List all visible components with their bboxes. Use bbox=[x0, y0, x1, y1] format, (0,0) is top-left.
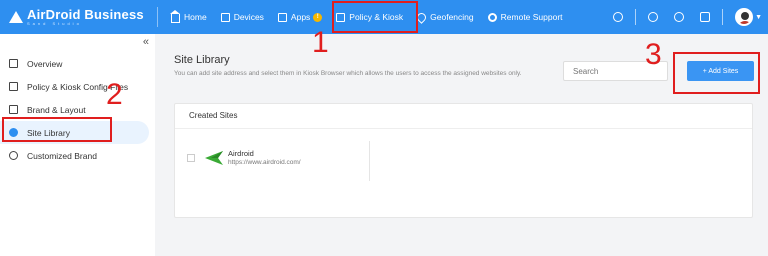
airdroid-site-logo-icon bbox=[205, 151, 223, 165]
nav-devices-label: Devices bbox=[233, 12, 264, 22]
download-icon[interactable] bbox=[674, 12, 685, 22]
created-sites-card: Created Sites Airdroid https://www.airdr… bbox=[174, 103, 753, 218]
sidebar-menu: Overview Policy & Kiosk Config Files Bra… bbox=[0, 52, 155, 167]
brand-logo[interactable]: AirDroid Business Sand Studio bbox=[0, 0, 152, 34]
card-title: Created Sites bbox=[175, 104, 752, 129]
airdroid-logo-icon bbox=[9, 10, 23, 24]
page-title: Site Library bbox=[174, 54, 230, 66]
brand-title: AirDroid Business bbox=[27, 7, 144, 22]
nav-remote-support[interactable]: Remote Support bbox=[481, 0, 570, 34]
sidebar-item-policy-config-files[interactable]: Policy & Kiosk Config Files bbox=[0, 75, 155, 98]
nav-home-label: Home bbox=[184, 12, 207, 22]
sidebar-item-label: Overview bbox=[27, 58, 63, 69]
support-icon bbox=[487, 12, 497, 22]
home-icon bbox=[170, 9, 180, 23]
sidebar-item-label: Customized Brand bbox=[27, 150, 97, 161]
chevron-down-icon[interactable]: ▼ bbox=[755, 14, 762, 21]
sidebar-item-customized-brand[interactable]: Customized Brand bbox=[0, 144, 155, 167]
nav-apps-label: Apps bbox=[290, 12, 311, 22]
header-actions-divider bbox=[635, 9, 637, 25]
robot-icon[interactable] bbox=[613, 12, 624, 22]
nav-home[interactable]: Home bbox=[164, 0, 214, 34]
annotation-box-policy-kiosk bbox=[332, 1, 418, 33]
brand-layout-icon bbox=[9, 105, 18, 114]
sidebar-item-overview[interactable]: Overview bbox=[0, 52, 155, 75]
apps-icon bbox=[277, 12, 287, 22]
site-name: Airdroid bbox=[228, 149, 254, 158]
site-checkbox[interactable] bbox=[187, 154, 195, 162]
apps-alert-badge: ! bbox=[313, 12, 323, 22]
header-divider bbox=[157, 7, 158, 27]
sidebar-item-label: Brand & Layout bbox=[27, 104, 86, 115]
nav-geofencing-label: Geofencing bbox=[430, 12, 474, 22]
header-actions: ▼ bbox=[605, 0, 768, 34]
collapse-sidebar-icon[interactable]: « bbox=[143, 36, 149, 48]
header-actions-divider-2 bbox=[722, 9, 724, 25]
message-icon[interactable] bbox=[700, 12, 711, 22]
config-files-icon bbox=[9, 82, 18, 91]
annotation-box-site-library bbox=[2, 117, 112, 142]
nav-remote-support-label: Remote Support bbox=[500, 12, 563, 22]
nav-devices[interactable]: Devices bbox=[214, 0, 271, 34]
site-url: https://www.airdroid.com/ bbox=[228, 159, 301, 166]
devices-icon bbox=[220, 12, 230, 22]
customized-brand-icon bbox=[9, 151, 18, 160]
site-item[interactable]: Airdroid https://www.airdroid.com/ bbox=[175, 141, 370, 181]
annotation-number-2: 2 bbox=[106, 78, 123, 111]
settings-icon[interactable] bbox=[648, 12, 659, 22]
annotation-number-3: 3 bbox=[645, 38, 662, 71]
sidebar: « Overview Policy & Kiosk Config Files B… bbox=[0, 34, 155, 256]
annotation-number-1: 1 bbox=[312, 26, 329, 59]
brand-subtitle: Sand Studio bbox=[27, 21, 82, 26]
annotation-box-add-sites bbox=[673, 52, 760, 94]
page-description: You can add site address and select them… bbox=[174, 70, 522, 77]
overview-icon bbox=[9, 59, 18, 68]
user-avatar[interactable] bbox=[735, 8, 754, 26]
nav-geofencing[interactable]: Geofencing bbox=[410, 0, 480, 34]
